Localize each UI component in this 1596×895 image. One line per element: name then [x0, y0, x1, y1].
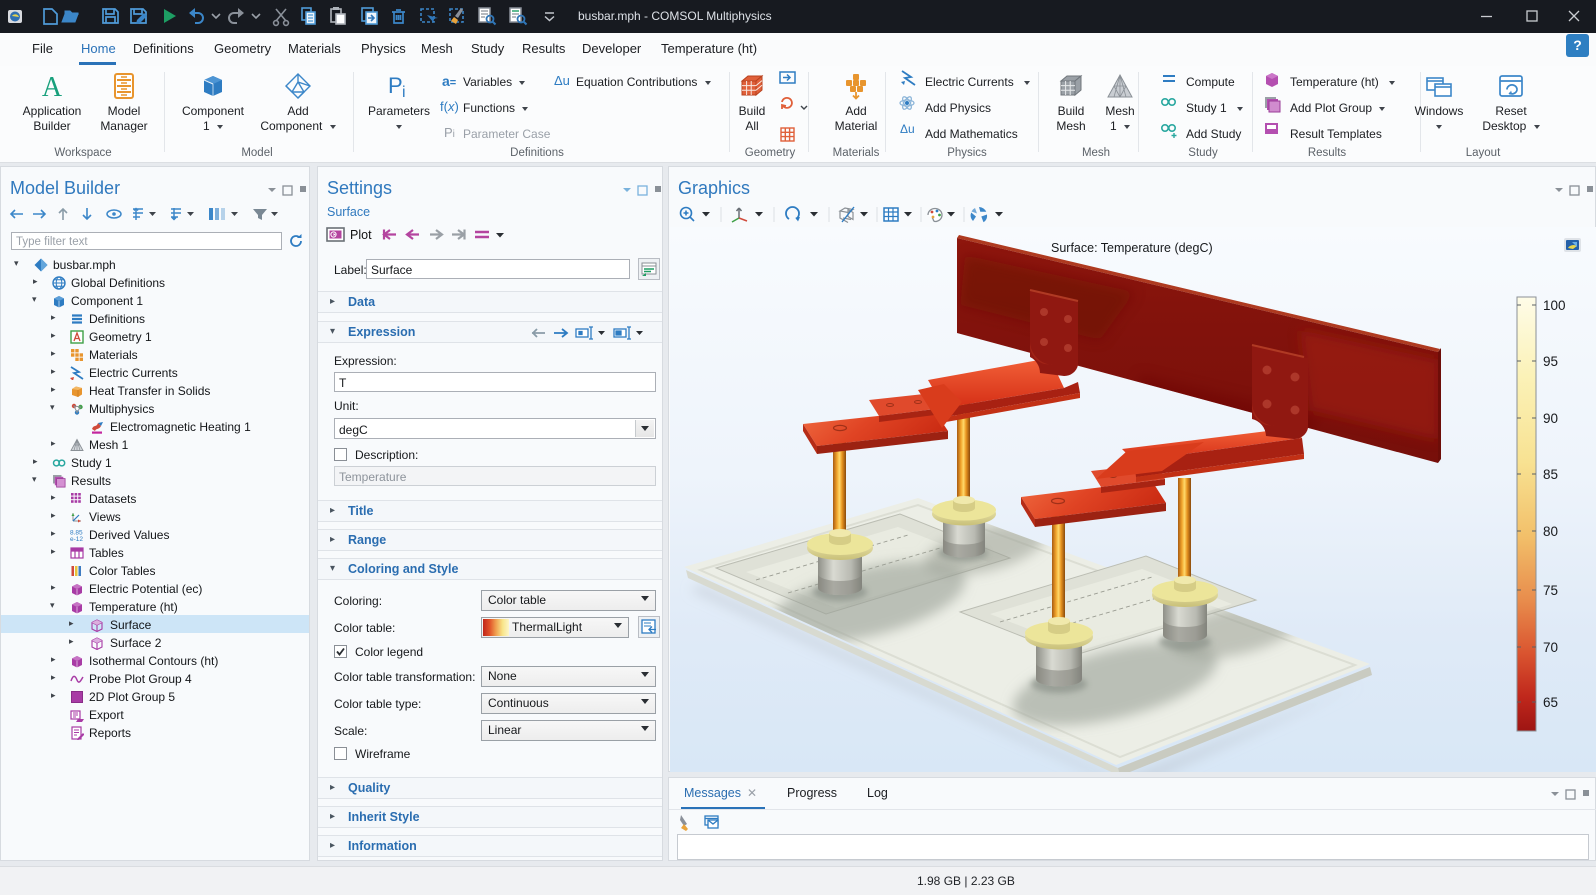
- svg-text:Δu: Δu: [900, 122, 915, 136]
- svg-text:e-12: e-12: [70, 536, 83, 542]
- svg-text:Plot: Plot: [350, 228, 372, 242]
- svg-text:P: P: [388, 73, 403, 98]
- svg-text:80: 80: [1543, 524, 1558, 539]
- svg-text:100: 100: [1543, 298, 1566, 313]
- svg-text:75: 75: [1543, 583, 1558, 598]
- svg-text:A: A: [42, 72, 63, 100]
- svg-text:70: 70: [1543, 640, 1558, 655]
- svg-text:90: 90: [1543, 411, 1558, 426]
- svg-text:i: i: [402, 84, 406, 100]
- svg-text:65: 65: [1543, 695, 1558, 710]
- svg-text:85: 85: [1543, 467, 1558, 482]
- svg-text:95: 95: [1543, 354, 1558, 369]
